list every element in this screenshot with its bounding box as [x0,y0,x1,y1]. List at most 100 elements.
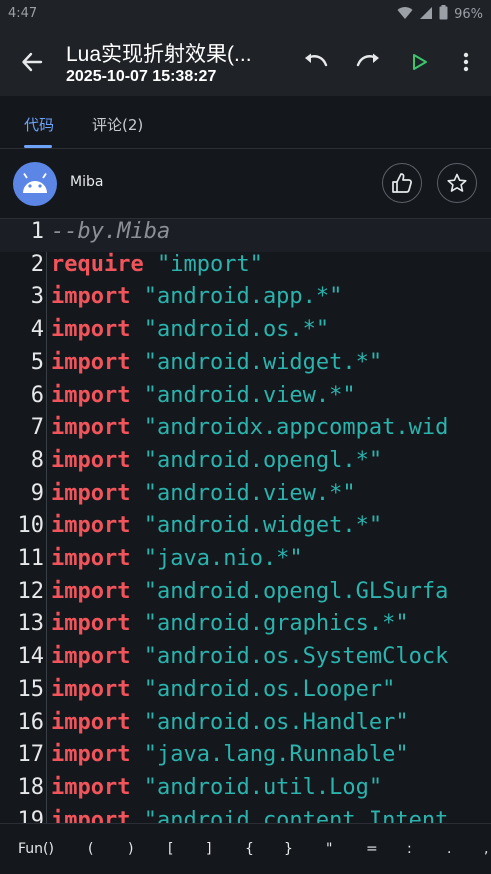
code-line[interactable]: 6 import "android.view.*" [0,383,491,416]
more-vertical-icon [463,52,469,72]
keyword-token: import [51,447,131,473]
string-token: "android.opengl.GLSurfa [143,578,449,604]
comment-token: --by.Miba [51,219,171,244]
keyword-token: import [51,513,131,539]
line-number: 2 [30,251,44,277]
symbol-key-colon[interactable]: : [407,841,412,857]
keyword-token: import [51,578,131,604]
tab-code[interactable]: 代码 [24,114,54,135]
symbol-key-dot[interactable]: . [447,841,451,857]
author-name[interactable]: Miba [70,174,103,190]
string-token: "android.graphics.*" [143,611,409,637]
code-line[interactable]: 8 import "android.opengl.*" [0,448,491,481]
redo-icon [356,53,379,67]
code-line[interactable]: 19 import "android.content.Intent [0,808,491,823]
symbol-key-rparen[interactable]: ) [128,841,133,857]
line-number: 3 [30,284,44,310]
keyword-token: import [51,382,131,408]
undo-button[interactable] [300,46,332,78]
keyword-token: import [51,284,131,310]
redo-button[interactable] [352,46,384,78]
string-token: "android.opengl.*" [143,447,383,473]
string-token: "android.content.Intent [143,807,449,823]
line-number: 4 [30,317,44,343]
run-button[interactable] [404,46,436,78]
line-number: 19 [17,807,45,823]
symbol-key-rbracket[interactable]: ] [206,841,211,857]
string-token: "import" [156,251,263,277]
symbol-key-lbrace[interactable]: { [245,841,254,857]
code-line[interactable]: 17 import "java.lang.Runnable" [0,742,491,775]
battery-percent: 96% [454,7,483,22]
keyword-token: import [51,349,131,375]
code-line[interactable]: 9 import "android.view.*" [0,481,491,514]
page-title: Lua实现折射效果(... [66,43,252,66]
code-line[interactable]: 13 import "android.graphics.*" [0,611,491,644]
symbol-key-fun[interactable]: Fun() [18,841,54,857]
line-number: 9 [30,480,44,506]
code-line[interactable]: 16 import "android.os.Handler" [0,710,491,743]
keyword-token: import [51,774,131,800]
avatar[interactable] [13,162,57,206]
keyword-token: import [51,676,131,702]
undo-icon [305,53,328,67]
favorite-button[interactable] [437,163,477,203]
string-token: "androidx.appcompat.wid [143,415,449,441]
symbol-key-comma[interactable]: , [484,841,488,857]
battery-icon [439,5,448,24]
line-number: 7 [30,415,44,441]
code-line[interactable]: 10 import "android.widget.*" [0,513,491,546]
code-line[interactable]: 7 import "androidx.appcompat.wid [0,415,491,448]
line-number: 1 [30,219,44,244]
line-number: 15 [17,676,45,702]
string-token: "java.nio.*" [143,546,303,571]
symbol-key-rbrace[interactable]: } [284,841,293,857]
line-number: 8 [30,447,44,473]
symbol-key-quote[interactable]: " [326,841,332,857]
string-token: "android.util.Log" [143,774,383,800]
symbol-key-lbracket[interactable]: [ [168,841,173,857]
code-line[interactable]: 2 require "import" [0,252,491,285]
back-button[interactable] [16,46,48,78]
code-editor[interactable]: 1 --by.Miba 2 require "import" 3 import … [0,219,491,823]
line-number: 13 [17,611,45,637]
like-button[interactable] [382,163,422,203]
tab-comments[interactable]: 评论(2) [92,114,143,135]
string-token: "java.lang.Runnable" [143,742,409,768]
string-token: "android.widget.*" [143,349,383,375]
line-number: 16 [17,709,45,735]
keyword-token: import [51,415,131,441]
star-icon [447,173,467,192]
code-line[interactable]: 14 import "android.os.SystemClock [0,644,491,677]
string-token: "android.os.*" [143,317,330,343]
page-subtitle: 2025-10-07 15:38:27 [66,68,217,85]
string-token: "android.view.*" [143,480,356,506]
status-bar: 4:47 96% [0,0,491,28]
code-line[interactable]: 3 import "android.app.*" [0,284,491,317]
line-number: 18 [17,774,45,800]
wifi-icon [397,6,413,24]
code-line[interactable]: 1 --by.Miba [0,219,491,252]
keyword-token: import [51,611,131,637]
symbol-key-equals[interactable]: = [366,841,378,857]
code-line[interactable]: 5 import "android.widget.*" [0,350,491,383]
string-token: "android.widget.*" [143,513,383,539]
line-number: 5 [30,349,44,375]
code-line[interactable]: 4 import "android.os.*" [0,317,491,350]
keyword-token: import [51,742,131,768]
keyword-token: import [51,480,131,506]
code-line[interactable]: 12 import "android.opengl.GLSurfa [0,579,491,612]
string-token: "android.os.Handler" [143,709,409,735]
code-line[interactable]: 15 import "android.os.Looper" [0,677,491,710]
more-options-button[interactable] [450,46,482,78]
app-bar: Lua实现折射效果(... 2025-10-07 15:38:27 [0,28,491,96]
tab-bar: 代码 评论(2) [0,96,491,149]
code-line[interactable]: 11 import "java.nio.*" [0,546,491,579]
symbol-key-lparen[interactable]: ( [88,841,93,857]
line-number: 14 [17,644,45,670]
line-number: 6 [30,382,44,408]
string-token: "android.view.*" [143,382,356,408]
keyword-token: import [51,317,131,343]
author-bar: Miba [0,148,491,219]
code-line[interactable]: 18 import "android.util.Log" [0,775,491,808]
